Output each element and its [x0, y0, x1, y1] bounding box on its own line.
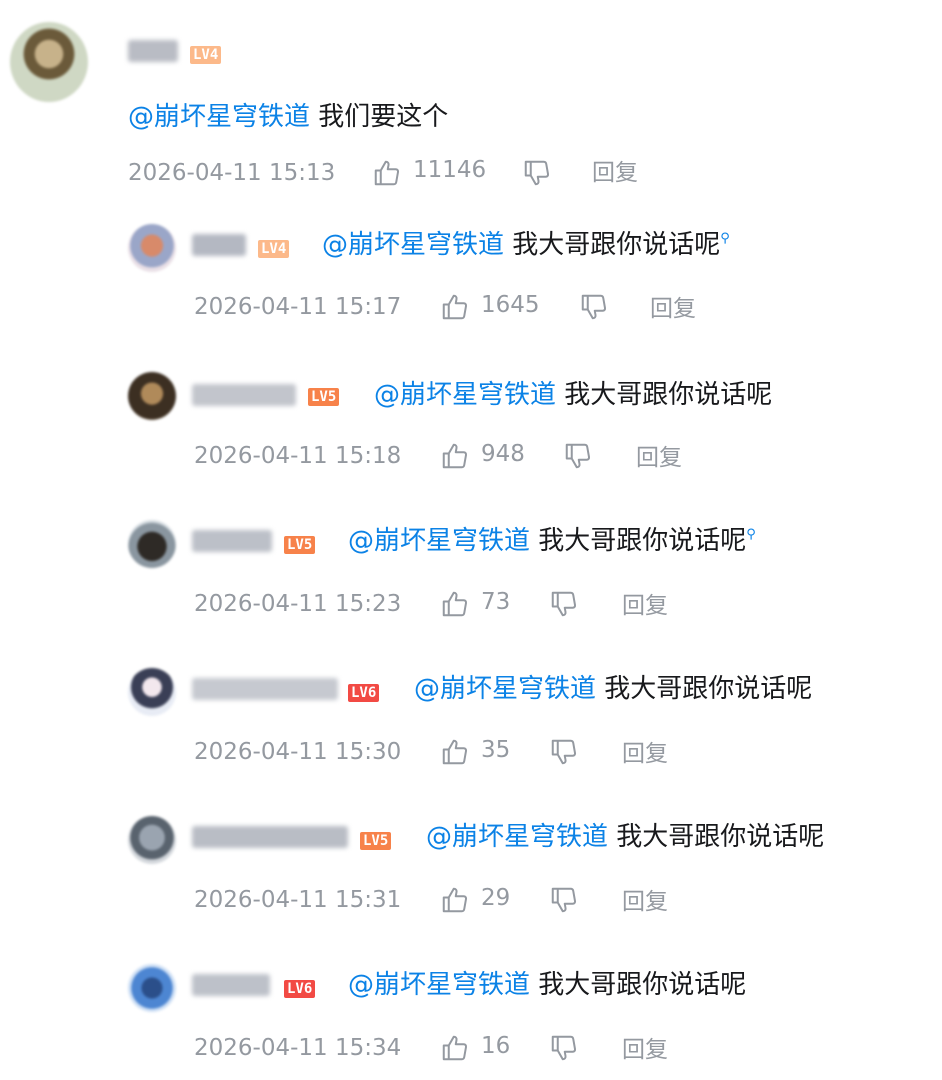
level-badge: LV4	[190, 46, 222, 64]
reply-button[interactable]: 回复	[622, 1035, 668, 1065]
level-badge: LV5	[284, 536, 316, 554]
thumbs-up-icon[interactable]	[440, 441, 470, 471]
comment-text: @崩坏星穹铁道 我大哥跟你说话呢	[348, 968, 746, 1002]
thumbs-up-icon[interactable]	[372, 158, 402, 188]
comment-section: LV4 @崩坏星穹铁道 我们要这个 2026-04-11 15:13 11146…	[0, 0, 942, 1080]
comment-content: 我大哥跟你说话呢	[616, 822, 825, 852]
search-icon[interactable]: ⚲	[720, 231, 730, 246]
like-count: 16	[481, 1033, 511, 1059]
comment-content: 我们要这个	[318, 102, 449, 132]
mention-link[interactable]: @崩坏星穹铁道	[414, 674, 596, 704]
timestamp: 2026-04-11 15:17	[194, 294, 402, 320]
comment-content: 我大哥跟你说话呢	[604, 674, 813, 704]
timestamp: 2026-04-11 15:34	[194, 1035, 402, 1061]
mention-link[interactable]: @崩坏星穹铁道	[374, 380, 556, 410]
avatar[interactable]	[10, 22, 88, 102]
comment-content: 我大哥跟你说话呢	[564, 380, 773, 410]
comment-content: 我大哥跟你说话呢	[538, 970, 747, 1000]
timestamp: 2026-04-11 15:23	[194, 591, 402, 617]
thumbs-up-icon[interactable]	[440, 1033, 470, 1063]
search-icon[interactable]: ⚲	[746, 527, 756, 542]
thumbs-up-icon[interactable]	[440, 737, 470, 767]
thumbs-down-icon[interactable]	[549, 1033, 579, 1063]
level-badge: LV6	[348, 684, 380, 702]
like-count: 11146	[413, 157, 487, 183]
comment-text: @崩坏星穹铁道 我大哥跟你说话呢	[374, 378, 772, 412]
comment-text: @崩坏星穹铁道 我大哥跟你说话呢⚲	[348, 524, 756, 558]
mention-link[interactable]: @崩坏星穹铁道	[348, 526, 530, 556]
thumbs-down-icon[interactable]	[549, 589, 579, 619]
comment-content[interactable]: 我大哥跟你说话呢	[512, 230, 720, 260]
username[interactable]	[192, 678, 338, 700]
username[interactable]	[128, 40, 178, 62]
thumbs-up-icon[interactable]	[440, 885, 470, 915]
level-badge: LV6	[284, 980, 316, 998]
reply-button[interactable]: 回复	[622, 739, 668, 769]
mention-link[interactable]: @崩坏星穹铁道	[322, 230, 504, 260]
like-count: 948	[481, 441, 525, 467]
thumbs-down-icon[interactable]	[549, 885, 579, 915]
mention-link[interactable]: @崩坏星穹铁道	[426, 822, 608, 852]
level-badge: LV5	[308, 388, 340, 406]
avatar[interactable]	[128, 668, 176, 716]
timestamp: 2026-04-11 15:18	[194, 443, 402, 469]
reply-button[interactable]: 回复	[636, 443, 682, 473]
comment-text: @崩坏星穹铁道 我大哥跟你说话呢	[414, 672, 812, 706]
avatar[interactable]	[128, 520, 176, 568]
reply-button[interactable]: 回复	[622, 591, 668, 621]
thumbs-down-icon[interactable]	[579, 292, 609, 322]
avatar[interactable]	[128, 816, 176, 864]
thumbs-up-icon[interactable]	[440, 589, 470, 619]
avatar[interactable]	[128, 964, 176, 1012]
thumbs-up-icon[interactable]	[440, 292, 470, 322]
thumbs-down-icon[interactable]	[522, 158, 552, 188]
timestamp: 2026-04-11 15:31	[194, 887, 402, 913]
timestamp: 2026-04-11 15:13	[128, 160, 336, 186]
like-count: 29	[481, 885, 511, 911]
thumbs-down-icon[interactable]	[563, 441, 593, 471]
reply-button[interactable]: 回复	[592, 158, 638, 188]
comment-text: @崩坏星穹铁道 我大哥跟你说话呢⚲	[322, 228, 730, 262]
comment-text: @崩坏星穹铁道 我们要这个	[128, 100, 448, 134]
thumbs-down-icon[interactable]	[549, 737, 579, 767]
level-badge: LV5	[360, 832, 392, 850]
avatar[interactable]	[128, 224, 176, 272]
level-badge: LV4	[258, 240, 290, 258]
like-count: 73	[481, 589, 511, 615]
avatar[interactable]	[128, 372, 176, 420]
username[interactable]	[192, 826, 348, 848]
username[interactable]	[192, 974, 270, 996]
like-count: 1645	[481, 292, 540, 318]
reply-button[interactable]: 回复	[650, 294, 696, 324]
mention-link[interactable]: @崩坏星穹铁道	[348, 970, 530, 1000]
username[interactable]	[192, 384, 296, 406]
comment-text: @崩坏星穹铁道 我大哥跟你说话呢	[426, 820, 824, 854]
timestamp: 2026-04-11 15:30	[194, 739, 402, 765]
like-count: 35	[481, 737, 511, 763]
comment-content: 我大哥跟你说话呢	[538, 526, 747, 556]
username[interactable]	[192, 234, 246, 256]
username[interactable]	[192, 530, 272, 552]
reply-button[interactable]: 回复	[622, 887, 668, 917]
mention-link[interactable]: @崩坏星穹铁道	[128, 102, 310, 132]
